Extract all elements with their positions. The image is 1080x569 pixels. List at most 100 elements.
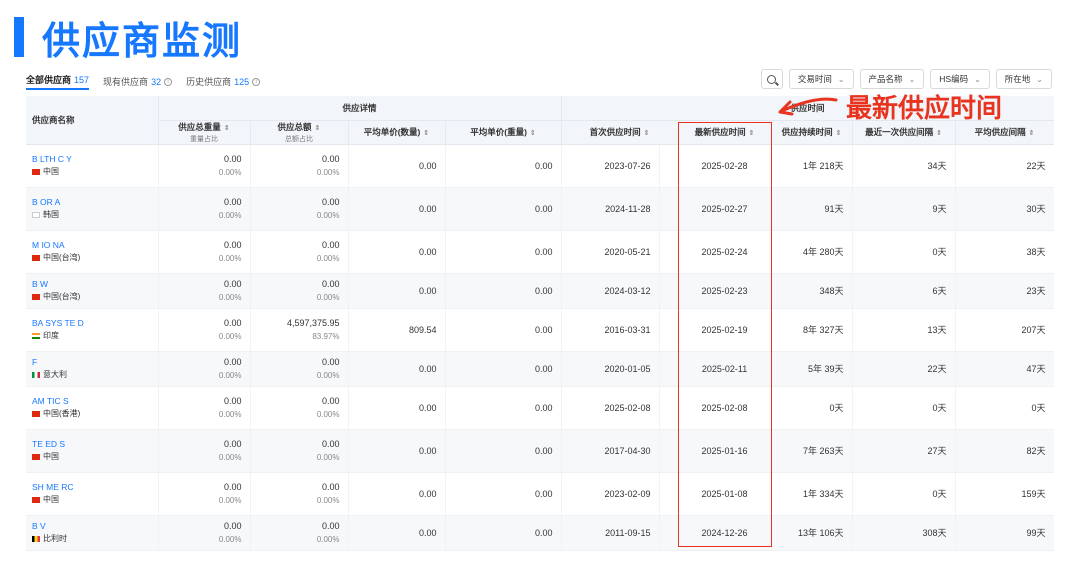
filter-product-name[interactable]: 产品名称 ⌄	[859, 69, 925, 89]
cell-supply-duration: 348天	[771, 273, 853, 309]
annotation-arrow-icon	[778, 97, 838, 116]
filter-location[interactable]: 所在地 ⌄	[995, 69, 1052, 89]
weight-pct: 0.00%	[218, 409, 242, 419]
cell-first-supply-time: 2020-05-21	[561, 230, 660, 274]
flag-icon	[32, 332, 40, 339]
country-label: 印度	[43, 331, 59, 340]
annotation-label: 最新供应时间	[846, 94, 1003, 124]
cell-last-supply-gap: 6天	[852, 273, 956, 309]
cell-avg-price-qty: 809.54	[348, 308, 446, 352]
cell-supply-duration: 5年 39天	[771, 351, 853, 387]
cell-total-amount: 4,597,375.95 83.97%	[250, 308, 349, 352]
supplier-name-link[interactable]: BA SYS TE D	[32, 318, 144, 329]
cell-spacer	[659, 273, 679, 309]
cell-latest-supply-time: 2024-12-26	[678, 515, 772, 551]
table-row[interactable]: SH ME RC 中国 0.00 0.00% 0.00 0.00% 0.00 0.00 2023…	[26, 472, 1054, 516]
cell-last-supply-gap: 0天	[852, 386, 956, 430]
tab-current-suppliers[interactable]: 现有供应商 32 i	[103, 75, 173, 90]
table-row[interactable]: F 意大利 0.00 0.00% 0.00 0.00% 0.00 0.00 2020-01-05…	[26, 351, 1054, 387]
chevron-down-icon: ⌄	[974, 74, 981, 84]
header-avg-price-qty[interactable]: 平均单价(数量) ⇕	[348, 120, 446, 145]
info-icon[interactable]: i	[252, 77, 261, 86]
supplier-name-link[interactable]: SH ME RC	[32, 482, 144, 493]
country-label: 中国	[43, 167, 59, 176]
page: 供应商监测 全部供应商 157 现有供应商 32 i 历史供应商 125 i 交…	[0, 0, 1080, 569]
supplier-name-link[interactable]: B OR A	[32, 197, 144, 208]
cell-last-supply-gap: 0天	[852, 472, 956, 516]
tab-historical-suppliers[interactable]: 历史供应商 125 i	[186, 75, 261, 90]
header-first-supply-time[interactable]: 首次供应时间 ⇕	[561, 120, 679, 145]
supplier-table-wrapper: 供应商名称 供应详情 供应时间 供应总重量 ⇕ 重量占比 供应总额 ⇕ 总额占比 平均单…	[26, 96, 1054, 556]
supplier-name-link[interactable]: TE ED S	[32, 439, 144, 450]
table-row[interactable]: BA SYS TE D 印度 0.00 0.00% 4,597,375.95 83.97%…	[26, 308, 1054, 352]
page-title: 供应商监测	[42, 18, 243, 63]
weight-value: 0.00	[223, 153, 242, 164]
cell-supplier-name: B LTH C Y 中国	[26, 144, 159, 188]
flag-icon	[32, 453, 40, 460]
info-icon[interactable]: i	[164, 77, 173, 86]
header-total-amount[interactable]: 供应总额 ⇕ 总额占比	[250, 120, 349, 145]
filter-label: HS编码	[939, 74, 969, 84]
supplier-name-link[interactable]: F	[32, 357, 144, 368]
amount-value: 0.00	[321, 520, 340, 531]
sort-icon: ⇕	[1028, 130, 1035, 137]
cell-supply-duration: 13年 106天	[771, 515, 853, 551]
header-sub-label: 重量占比	[190, 135, 218, 143]
cell-supply-duration: 0天	[771, 386, 853, 430]
supplier-name-link[interactable]: B W	[32, 279, 144, 290]
amount-value: 0.00	[321, 239, 340, 250]
supplier-country: 印度	[32, 330, 158, 341]
header-label: 平均单价(数量)	[363, 127, 421, 137]
supplier-country: 中国	[32, 494, 158, 505]
cell-supply-duration: 4年 280天	[771, 230, 853, 274]
table-row[interactable]: B V 比利时 0.00 0.00% 0.00 0.00% 0.00 0.00 2011-09-…	[26, 515, 1054, 551]
header-latest-supply-time[interactable]: 最新供应时间 ⇕	[678, 120, 772, 145]
supplier-name-link[interactable]: AM TIC S	[32, 396, 144, 407]
cell-avg-price-weight: 0.00	[445, 273, 562, 309]
tab-count: 157	[74, 74, 90, 85]
header-label: 供应持续时间	[781, 127, 833, 137]
table-row[interactable]: B OR A 韩国 0.00 0.00% 0.00 0.00% 0.00 0.00 2024-1…	[26, 187, 1054, 231]
cell-avg-price-qty: 0.00	[348, 144, 446, 188]
table-row[interactable]: M IO NA 中国(台湾) 0.00 0.00% 0.00 0.00% 0.00 0.00 2…	[26, 230, 1054, 274]
header-supply-duration[interactable]: 供应持续时间 ⇕	[771, 120, 853, 145]
supplier-name-link[interactable]: B LTH C Y	[32, 154, 144, 165]
search-button[interactable]	[760, 69, 783, 89]
weight-value: 0.00	[223, 520, 242, 531]
filter-trade-time[interactable]: 交易时间 ⌄	[788, 69, 854, 89]
cell-spacer	[659, 187, 679, 231]
search-icon	[767, 74, 777, 84]
cell-total-amount: 0.00 0.00%	[250, 273, 349, 309]
cell-latest-supply-time: 2025-02-27	[678, 187, 772, 231]
chevron-down-icon: ⌄	[1036, 74, 1043, 84]
table-row[interactable]: B W 中国(台湾) 0.00 0.00% 0.00 0.00% 0.00 0.00 2024-…	[26, 273, 1054, 309]
amount-pct: 0.00%	[316, 210, 340, 220]
cell-total-amount: 0.00 0.00%	[250, 187, 349, 231]
filter-label: 产品名称	[868, 74, 903, 84]
cell-latest-supply-time: 2025-01-08	[678, 472, 772, 516]
sort-icon: ⇕	[314, 124, 321, 132]
cell-spacer	[659, 386, 679, 430]
cell-first-supply-time: 2023-02-09	[561, 472, 660, 516]
header-avg-price-weight[interactable]: 平均单价(重量) ⇕	[445, 120, 562, 145]
supplier-name-link[interactable]: B V	[32, 521, 144, 532]
header-label: 首次供应时间	[589, 127, 641, 137]
weight-value: 0.00	[223, 239, 242, 250]
cell-avg-price-qty: 0.00	[348, 472, 446, 516]
table-row[interactable]: B LTH C Y 中国 0.00 0.00% 0.00 0.00% 0.00 0.00 202…	[26, 144, 1054, 188]
cell-last-supply-gap: 13天	[852, 308, 956, 352]
filter-hs-code[interactable]: HS编码 ⌄	[930, 69, 990, 89]
cell-avg-supply-gap: 0天	[955, 386, 1054, 430]
supplier-name-link[interactable]: M IO NA	[32, 240, 144, 251]
amount-value: 0.00	[321, 153, 340, 164]
tab-all-suppliers[interactable]: 全部供应商 157	[26, 73, 90, 90]
cell-latest-supply-time: 2025-02-11	[678, 351, 772, 387]
cell-avg-price-weight: 0.00	[445, 187, 562, 231]
table-row[interactable]: TE ED S 中国 0.00 0.00% 0.00 0.00% 0.00 0.00 2017-…	[26, 429, 1054, 473]
table-row[interactable]: AM TIC S 中国(香港) 0.00 0.00% 0.00 0.00% 0.00 0.00…	[26, 386, 1054, 430]
weight-value: 0.00	[223, 438, 242, 449]
cell-avg-price-weight: 0.00	[445, 429, 562, 473]
weight-value: 0.00	[223, 317, 242, 328]
cell-avg-price-qty: 0.00	[348, 187, 446, 231]
header-total-weight[interactable]: 供应总重量 ⇕ 重量占比	[158, 120, 251, 145]
